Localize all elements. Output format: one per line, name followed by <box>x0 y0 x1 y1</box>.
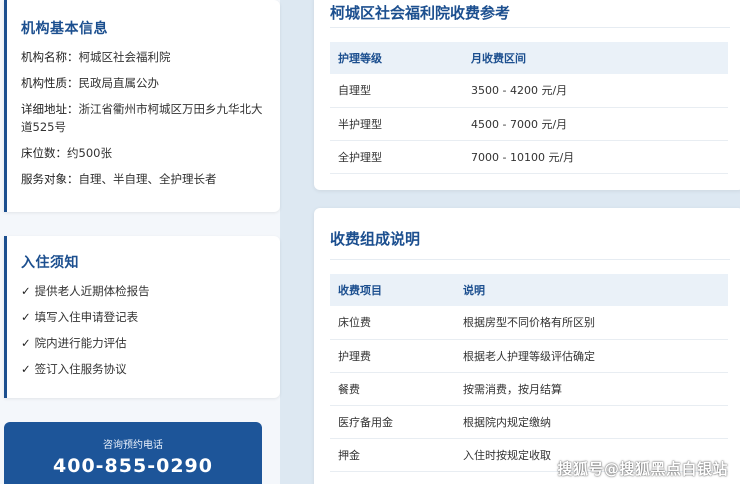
composition-table: 收费项目 说明 床位费 根据房型不同价格有所区别 护理费 根据老人护理等级评估确… <box>330 274 728 472</box>
consult-phone-box[interactable]: 咨询预约电话 400-855-0290 <box>4 422 262 484</box>
table-row: 餐费 按需消费，按月结算 <box>330 372 728 406</box>
table-cell: 4500 - 7000 元/月 <box>463 107 728 141</box>
table-header-cell: 月收费区间 <box>463 42 728 74</box>
note-item: ✓ 提供老人近期体检报告 <box>21 282 266 300</box>
info-address: 详细地址：浙江省衢州市柯城区万田乡九华北大道525号 <box>21 100 266 136</box>
phone-label: 咨询预约电话 <box>103 440 163 451</box>
info-beds-value: 约500张 <box>67 146 112 160</box>
info-name-label: 机构名称： <box>21 50 79 64</box>
table-cell: 3500 - 4200 元/月 <box>463 74 728 108</box>
composition-card-title: 收费组成说明 <box>330 208 730 260</box>
table-header-cell: 说明 <box>455 274 728 306</box>
note-text: 填写入住申请登记表 <box>34 310 139 324</box>
fee-card-title: 柯城区社会福利院收费参考 <box>330 0 730 28</box>
table-row: 护理费 根据老人护理等级评估确定 <box>330 339 728 373</box>
info-address-label: 详细地址： <box>21 102 79 116</box>
table-cell: 根据老人护理等级评估确定 <box>455 339 728 373</box>
table-cell: 医疗备用金 <box>330 405 455 439</box>
check-icon: ✓ <box>21 310 31 324</box>
info-name: 机构名称：柯城区社会福利院 <box>21 48 266 66</box>
note-text: 签订入住服务协议 <box>34 362 127 376</box>
table-row: 半护理型 4500 - 7000 元/月 <box>330 107 728 141</box>
table-cell: 7000 - 10100 元/月 <box>463 140 728 174</box>
table-row: 床位费 根据房型不同价格有所区别 <box>330 306 728 340</box>
table-header-row: 护理等级 月收费区间 <box>330 42 728 74</box>
info-beds: 床位数：约500张 <box>21 144 266 162</box>
info-service-label: 服务对象： <box>21 172 79 186</box>
table-header-cell: 护理等级 <box>330 42 463 74</box>
note-text: 提供老人近期体检报告 <box>34 284 150 298</box>
check-icon: ✓ <box>21 284 31 298</box>
left-column: 机构基本信息 机构名称：柯城区社会福利院 机构性质：民政局直属公办 详细地址：浙… <box>0 0 280 484</box>
table-row: 医疗备用金 根据院内规定缴纳 <box>330 405 728 439</box>
institution-info-card: 机构基本信息 机构名称：柯城区社会福利院 机构性质：民政局直属公办 详细地址：浙… <box>4 0 280 212</box>
fee-table: 护理等级 月收费区间 自理型 3500 - 4200 元/月 半护理型 4500… <box>330 42 728 174</box>
info-service: 服务对象：自理、半自理、全护理长者 <box>21 170 266 188</box>
table-cell: 护理费 <box>330 339 455 373</box>
table-cell: 根据房型不同价格有所区别 <box>455 306 728 340</box>
info-card-title: 机构基本信息 <box>21 21 108 37</box>
note-text: 院内进行能力评估 <box>34 336 127 350</box>
check-icon: ✓ <box>21 362 31 376</box>
info-nature-value: 民政局直属公办 <box>78 76 160 90</box>
notes-card-title: 入住须知 <box>21 255 79 271</box>
table-cell: 餐费 <box>330 372 455 406</box>
table-cell: 根据院内规定缴纳 <box>455 405 728 439</box>
note-item: ✓ 填写入住申请登记表 <box>21 308 266 326</box>
info-nature-label: 机构性质： <box>21 76 79 90</box>
fee-composition-card: 收费组成说明 收费项目 说明 床位费 根据房型不同价格有所区别 护理费 根据老人… <box>314 208 740 484</box>
info-beds-label: 床位数： <box>21 146 67 160</box>
note-item: ✓ 签订入住服务协议 <box>21 360 266 378</box>
table-header-row: 收费项目 说明 <box>330 274 728 306</box>
table-row: 全护理型 7000 - 10100 元/月 <box>330 140 728 174</box>
info-nature: 机构性质：民政局直属公办 <box>21 74 266 92</box>
info-service-value: 自理、半自理、全护理长者 <box>78 172 217 186</box>
table-cell: 全护理型 <box>330 140 463 174</box>
table-cell: 半护理型 <box>330 107 463 141</box>
admission-notes-card: 入住须知 ✓ 提供老人近期体检报告 ✓ 填写入住申请登记表 ✓ 院内进行能力评估 ✓ 签… <box>4 236 280 398</box>
table-cell: 自理型 <box>330 74 463 108</box>
watermark: 搜狐号@搜狐黑点白银站 <box>557 460 728 478</box>
check-icon: ✓ <box>21 336 31 350</box>
info-name-value: 柯城区社会福利院 <box>78 50 171 64</box>
table-cell: 床位费 <box>330 306 455 340</box>
phone-number-link[interactable]: 400-855-0290 <box>4 455 262 477</box>
table-cell: 押金 <box>330 438 455 472</box>
fee-reference-card: 柯城区社会福利院收费参考 护理等级 月收费区间 自理型 3500 - 4200 … <box>314 0 740 190</box>
note-item: ✓ 院内进行能力评估 <box>21 334 266 352</box>
table-header-cell: 收费项目 <box>330 274 455 306</box>
table-row: 自理型 3500 - 4200 元/月 <box>330 74 728 108</box>
table-cell: 按需消费，按月结算 <box>455 372 728 406</box>
